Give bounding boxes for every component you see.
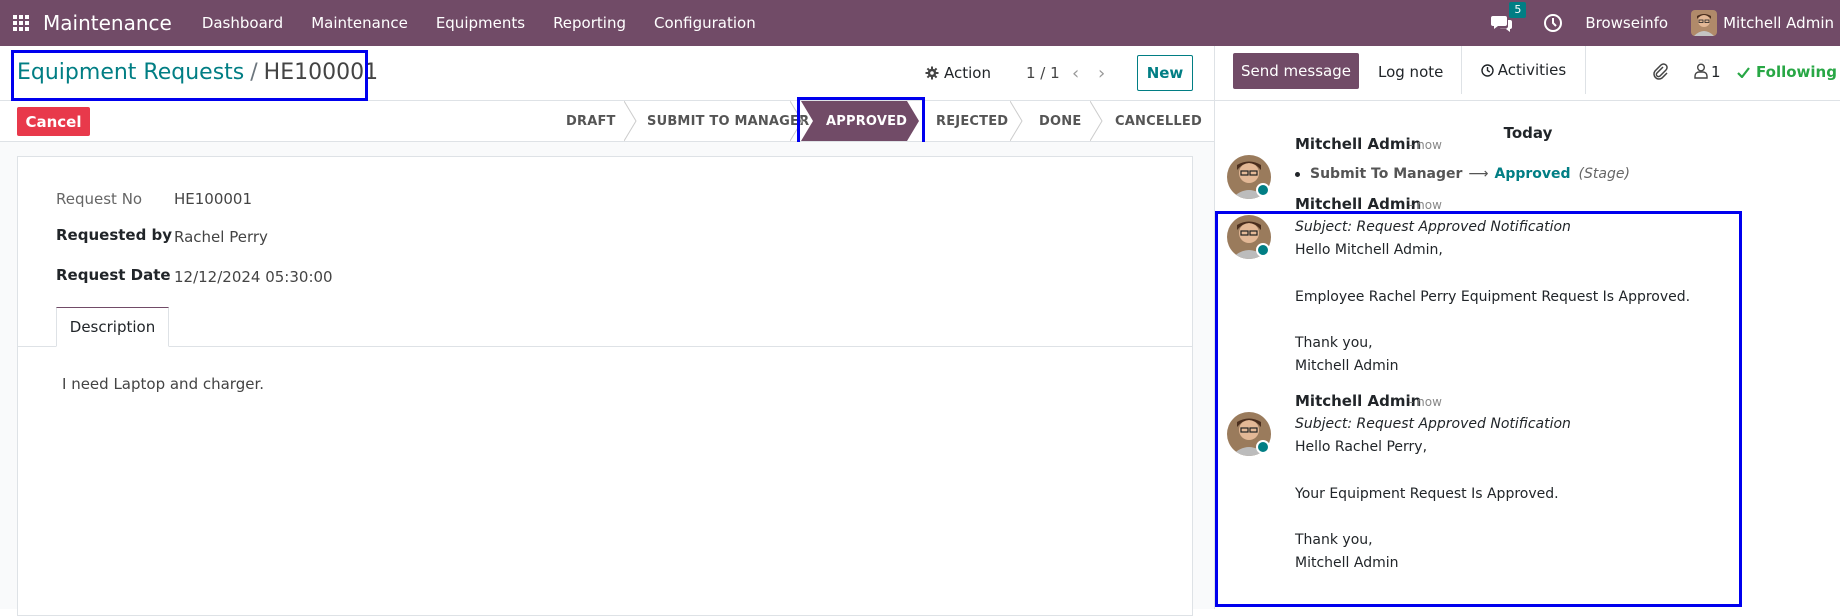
stage-divider [624, 101, 637, 141]
clock-icon [1481, 63, 1494, 77]
tracking-old-value: Submit To Manager [1310, 166, 1463, 182]
messaging-icon[interactable]: 5 [1491, 2, 1527, 33]
tracking-field-name: (Stage) [1578, 166, 1630, 182]
tracking-value-line: Submit To Manager ⟶ Approved (Stage) [1295, 166, 1630, 182]
followers-icon[interactable] [1694, 63, 1708, 79]
stage-divider [1010, 101, 1023, 141]
highlight-box-messages [1215, 211, 1742, 607]
user-menu[interactable]: Mitchell Admin [1723, 14, 1834, 32]
stage-draft[interactable]: DRAFT [566, 101, 616, 141]
message-time: - now [1409, 198, 1442, 212]
stage-cancelled[interactable]: CANCELLED [1115, 101, 1202, 141]
notebook-tab-line [17, 346, 1193, 347]
apps-menu-icon[interactable] [13, 15, 29, 31]
message-count-badge: 5 [1509, 2, 1527, 18]
message-author[interactable]: Mitchell Admin [1295, 135, 1421, 153]
paperclip-icon[interactable] [1651, 62, 1669, 80]
menu-equipments[interactable]: Equipments [436, 14, 525, 32]
cancel-button[interactable]: Cancel [17, 107, 90, 136]
pager-value[interactable]: 1 / 1 [1026, 64, 1060, 82]
stage-done[interactable]: DONE [1039, 101, 1081, 141]
highlight-box-breadcrumb [11, 50, 368, 101]
send-message-button[interactable]: Send message [1233, 53, 1359, 89]
stage-divider [1090, 101, 1103, 141]
following-label: Following [1756, 63, 1837, 81]
menu-reporting[interactable]: Reporting [553, 14, 626, 32]
activities-button[interactable]: Activities [1461, 46, 1586, 94]
user-avatar[interactable] [1691, 10, 1718, 36]
request-date-value[interactable]: 12/12/2024 05:30:00 [174, 268, 333, 286]
top-navbar: Maintenance Dashboard Maintenance Equipm… [0, 0, 1840, 46]
status-bar: Cancel DRAFT SUBMIT TO MANAGER APPROVED … [0, 101, 1214, 142]
request-no-label: Request No [56, 190, 143, 208]
company-switcher[interactable]: Browseinfo [1585, 14, 1668, 32]
pager-previous-icon[interactable]: ‹ [1072, 63, 1079, 84]
requested-by-label: Requested by [56, 226, 173, 244]
stage-rejected[interactable]: REJECTED [936, 101, 1008, 141]
tab-description[interactable]: Description [56, 307, 169, 347]
action-menu-button[interactable]: Action [925, 64, 991, 82]
stage-submit-to-manager[interactable]: SUBMIT TO MANAGER [647, 101, 809, 141]
menu-maintenance[interactable]: Maintenance [311, 14, 408, 32]
activity-clock-icon[interactable] [1543, 13, 1563, 33]
check-icon [1737, 66, 1750, 78]
log-note-button[interactable]: Log note [1378, 63, 1443, 81]
requested-by-value[interactable]: Rachel Perry [174, 228, 268, 246]
activities-label: Activities [1497, 61, 1567, 79]
followers-count[interactable]: 1 [1711, 63, 1721, 81]
new-record-button[interactable]: New [1137, 55, 1193, 91]
long-arrow-right-icon: ⟶ [1468, 166, 1489, 182]
pager-next-icon[interactable]: › [1098, 63, 1105, 84]
tracking-new-value: Approved [1494, 166, 1571, 182]
action-label: Action [944, 64, 991, 82]
menu-dashboard[interactable]: Dashboard [202, 14, 283, 32]
app-brand[interactable]: Maintenance [43, 11, 172, 35]
highlight-box-approved-stage [797, 97, 925, 146]
message-time: - now [1409, 138, 1442, 152]
online-status-dot [1256, 183, 1270, 197]
gear-icon [925, 66, 939, 80]
menu-configuration[interactable]: Configuration [654, 14, 756, 32]
following-button[interactable]: Following [1737, 63, 1837, 81]
description-text[interactable]: I need Laptop and charger. [62, 375, 264, 393]
request-no-value: HE100001 [174, 190, 253, 208]
request-date-label: Request Date [56, 266, 171, 284]
chatter-toolbar: Send message Log note Activities 1 Follo… [1215, 46, 1840, 101]
